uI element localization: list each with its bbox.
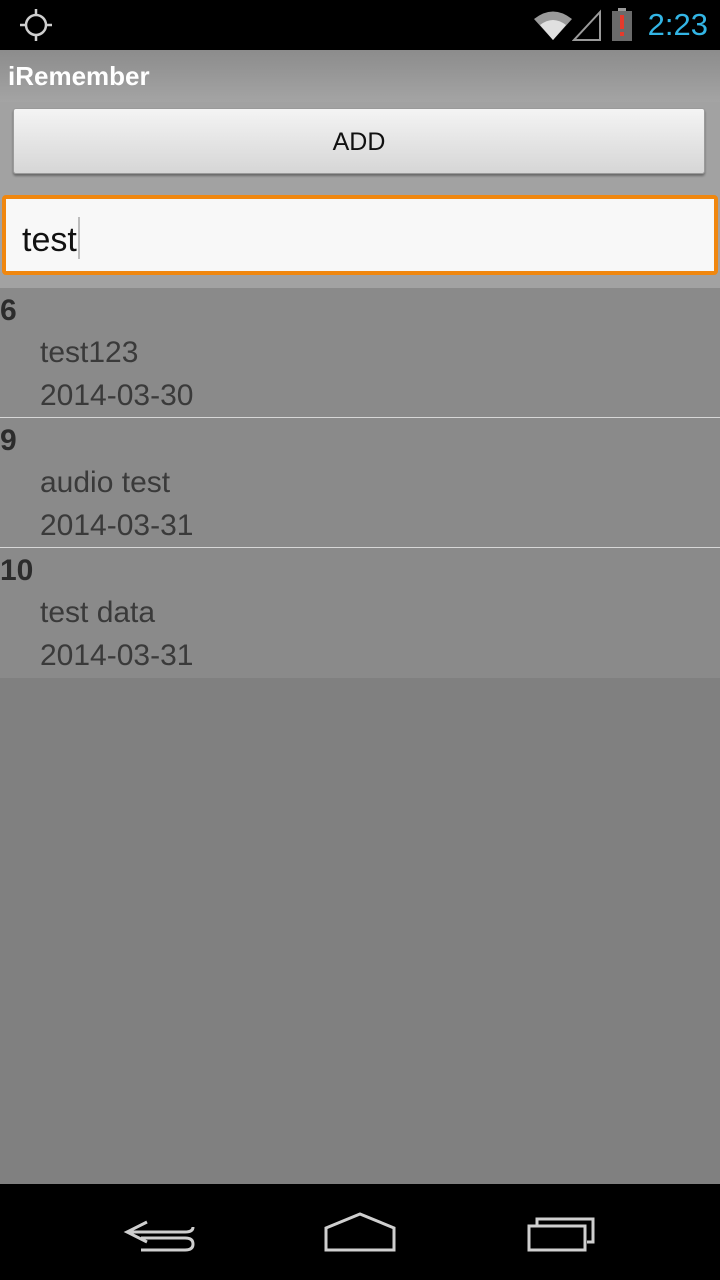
wifi-icon [534,11,572,40]
empty-area [0,678,720,1184]
status-bar: 2:23 [0,0,720,50]
battery-alert-icon [612,8,632,41]
add-button[interactable]: ADD [13,108,705,174]
recent-apps-button[interactable] [507,1198,617,1266]
item-text: test123 [40,336,139,369]
navigation-bar [0,1184,720,1280]
list-item[interactable]: 10 test data 2014-03-31 [0,548,720,678]
item-id: 6 [0,294,17,327]
text-cursor [77,217,80,259]
item-id: 9 [0,424,17,457]
list-item[interactable]: 6 test123 2014-03-30 [0,288,720,418]
recent-apps-icon [527,1217,595,1252]
back-icon [123,1220,195,1252]
item-text: audio test [40,466,171,499]
title-bar: iRemember [0,50,720,102]
item-date: 2014-03-31 [40,509,194,542]
clock: 2:23 [647,7,708,42]
search-input-value: test [22,217,80,260]
search-input[interactable]: test [2,195,718,275]
item-text: test data [40,596,156,629]
search-text: test [22,221,77,259]
item-date: 2014-03-31 [40,639,194,672]
gps-icon [20,9,52,41]
item-date: 2014-03-30 [40,379,194,412]
item-id: 10 [0,554,34,587]
home-button[interactable] [305,1198,415,1266]
home-icon [324,1212,396,1252]
signal-icon [572,9,601,41]
list-item[interactable]: 9 audio test 2014-03-31 [0,418,720,548]
memo-list: 6 test123 2014-03-30 9 audio test 2014-0… [0,288,720,678]
app-title: iRemember [8,61,150,91]
back-button[interactable] [105,1198,215,1266]
